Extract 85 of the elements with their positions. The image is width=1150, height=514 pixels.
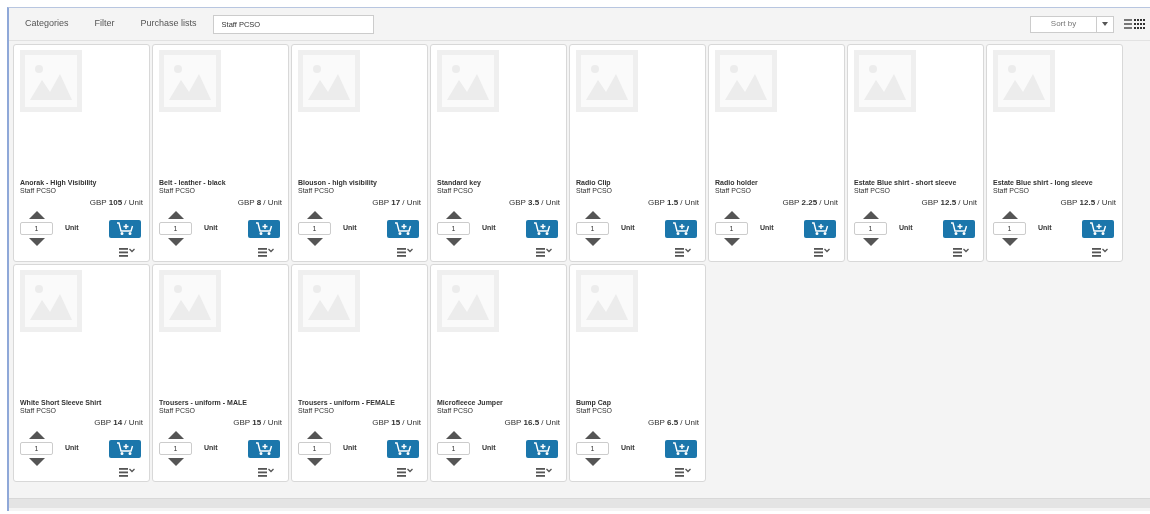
price: GBP 16.5 / Unit [504,417,560,429]
menu-dropdown-icon[interactable] [397,248,413,257]
add-to-cart-button[interactable] [387,439,419,458]
price: GBP 2.25 / Unit [782,197,838,209]
add-to-cart-button[interactable] [665,439,697,458]
menu-dropdown-icon[interactable] [536,248,552,257]
price: GBP 12.5 / Unit [921,197,977,209]
cart-plus-icon [116,442,134,455]
increase-arrow-icon[interactable] [306,431,323,439]
decrease-arrow-icon[interactable] [28,238,45,246]
caret-icon [1102,22,1108,26]
menu-dropdown-icon[interactable] [1092,248,1108,257]
decrease-arrow-icon[interactable] [306,458,323,466]
increase-arrow-icon[interactable] [167,431,184,439]
add-to-cart-button[interactable] [248,219,280,238]
menu-dropdown-icon[interactable] [675,468,691,477]
grid-view-icon[interactable] [1124,18,1146,30]
decrease-arrow-icon[interactable] [1001,238,1018,246]
menu-dropdown-icon[interactable] [953,248,969,257]
increase-arrow-icon[interactable] [1001,211,1018,219]
menu-dropdown-icon[interactable] [119,248,135,257]
decrease-arrow-icon[interactable] [584,458,601,466]
increase-arrow-icon[interactable] [28,211,45,219]
increase-arrow-icon[interactable] [28,431,45,439]
cart-plus-icon [672,442,690,455]
increase-arrow-icon[interactable] [584,431,601,439]
menu-dropdown-icon[interactable] [675,248,691,257]
menu-dropdown-icon[interactable] [258,468,274,477]
menu-dropdown-icon[interactable] [119,468,135,477]
cart-plus-icon [394,222,412,235]
add-to-cart-button[interactable] [526,219,558,238]
cart-plus-icon [116,222,134,235]
price: GBP 15 / Unit [233,417,282,429]
decrease-arrow-icon[interactable] [445,458,462,466]
menu-dropdown-icon[interactable] [536,468,552,477]
increase-arrow-icon[interactable] [723,211,740,219]
menu-dropdown-icon[interactable] [397,468,413,477]
price: GBP 3.5 / Unit [509,197,560,209]
increase-arrow-icon[interactable] [584,211,601,219]
decrease-arrow-icon[interactable] [306,238,323,246]
cart-plus-icon [533,222,551,235]
price: GBP 8 / Unit [237,197,282,209]
increase-arrow-icon[interactable] [445,431,462,439]
decrease-arrow-icon[interactable] [584,238,601,246]
add-to-cart-button[interactable] [943,219,975,238]
cart-plus-icon [255,222,273,235]
cart-plus-icon [811,222,829,235]
decrease-arrow-icon[interactable] [167,238,184,246]
cart-plus-icon [672,222,690,235]
price: GBP 1.5 / Unit [648,197,699,209]
sort-dropdown[interactable]: Sort by [1030,15,1114,33]
cart-plus-icon [255,442,273,455]
decrease-arrow-icon[interactable] [445,238,462,246]
price: GBP 105 / Unit [89,197,143,209]
decrease-arrow-icon[interactable] [862,238,879,246]
price: GBP 15 / Unit [372,417,421,429]
decrease-arrow-icon[interactable] [167,458,184,466]
sort-placeholder: Sort by [1049,18,1078,30]
add-to-cart-button[interactable] [109,439,141,458]
add-to-cart-button[interactable] [804,219,836,238]
cart-plus-icon [533,442,551,455]
price: GBP 12.5 / Unit [1060,197,1116,209]
price: GBP 14 / Unit [94,417,143,429]
cart-plus-icon [950,222,968,235]
menu-dropdown-icon[interactable] [258,248,274,257]
increase-arrow-icon[interactable] [306,211,323,219]
cart-plus-icon [1089,222,1107,235]
add-to-cart-button[interactable] [526,439,558,458]
add-to-cart-button[interactable] [665,219,697,238]
decrease-arrow-icon[interactable] [723,238,740,246]
add-to-cart-button[interactable] [1082,219,1114,238]
add-to-cart-button[interactable] [109,219,141,238]
cart-plus-icon [394,442,412,455]
toolbar-link[interactable]: Categories [25,17,69,31]
add-to-cart-button[interactable] [387,219,419,238]
toolbar-link[interactable]: Purchase lists [140,17,197,31]
increase-arrow-icon[interactable] [167,211,184,219]
decrease-arrow-icon[interactable] [28,458,45,466]
increase-arrow-icon[interactable] [445,211,462,219]
price: GBP 17 / Unit [372,197,421,209]
toolbar-link[interactable]: Filter [94,17,115,31]
increase-arrow-icon[interactable] [862,211,879,219]
price: GBP 6.5 / Unit [648,417,699,429]
add-to-cart-button[interactable] [248,439,280,458]
menu-dropdown-icon[interactable] [814,248,830,257]
